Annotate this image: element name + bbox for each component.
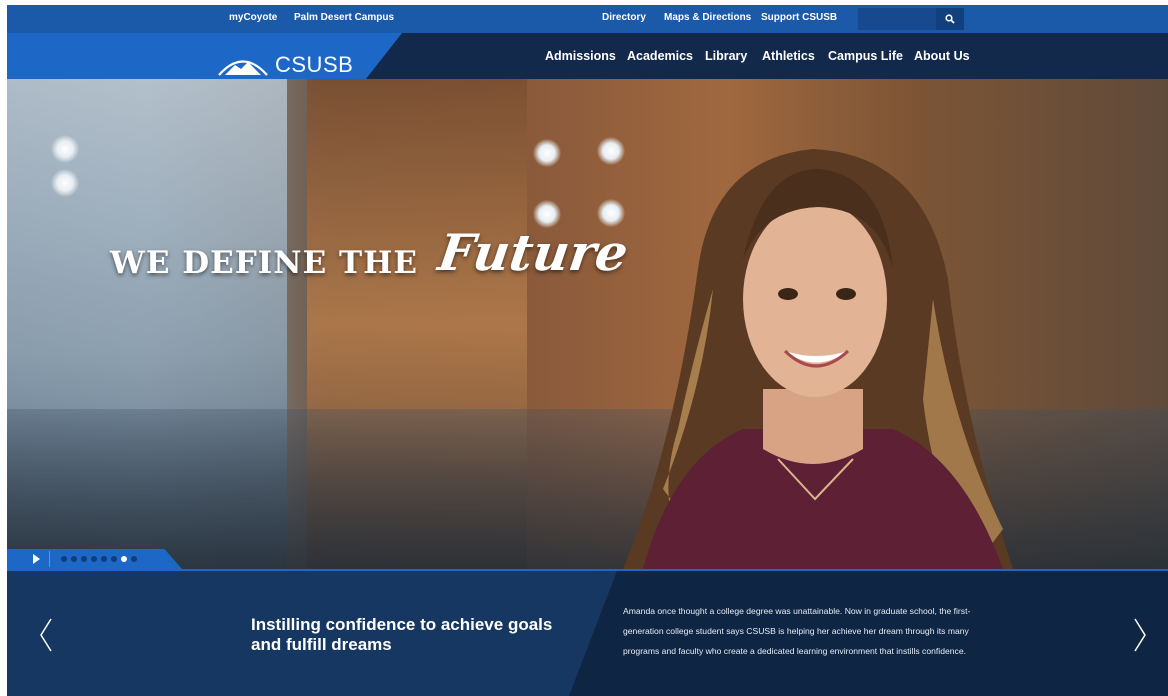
nav-admissions[interactable]: Admissions: [545, 49, 616, 63]
slide-dot[interactable]: [111, 556, 117, 562]
slide-dot[interactable]: [131, 556, 137, 562]
link-support-csusb[interactable]: Support CSUSB: [761, 12, 837, 23]
page: myCoyote Palm Desert Campus Directory Ma…: [7, 5, 1168, 696]
hero-slide: WE DEFINE THE Future: [7, 79, 1168, 569]
link-mycoyote[interactable]: myCoyote: [229, 12, 277, 23]
search-input[interactable]: [858, 8, 964, 30]
mountain-logo-icon: [218, 60, 268, 76]
nav-about-us[interactable]: About Us: [914, 49, 970, 63]
ceiling-light: [533, 139, 561, 167]
slide-dot[interactable]: [91, 556, 97, 562]
ceiling-light: [51, 169, 79, 197]
ceiling-light: [51, 135, 79, 163]
nav-academics[interactable]: Academics: [627, 49, 693, 63]
chevron-left-icon[interactable]: [37, 617, 55, 653]
hero-headline-script: Future: [434, 223, 632, 282]
nav-library[interactable]: Library: [705, 49, 747, 63]
link-directory[interactable]: Directory: [602, 12, 646, 23]
logo-text: CSUSB: [275, 52, 354, 77]
slide-dot[interactable]: [81, 556, 87, 562]
search-button[interactable]: [936, 8, 964, 30]
slide-dot[interactable]: [71, 556, 77, 562]
link-maps-directions[interactable]: Maps & Directions: [664, 12, 751, 23]
controls-divider: [49, 551, 50, 567]
play-icon[interactable]: [33, 554, 40, 564]
slide-dot[interactable]: [101, 556, 107, 562]
slide-dot[interactable]: [61, 556, 67, 562]
nav-athletics[interactable]: Athletics: [762, 49, 815, 63]
hero-student-photo: [623, 149, 1013, 569]
nav-campus-life[interactable]: Campus Life: [828, 49, 903, 63]
caption-title: Instilling confidence to achieve goals a…: [251, 615, 553, 654]
slide-dot[interactable]: [121, 556, 127, 562]
utility-bar: myCoyote Palm Desert Campus Directory Ma…: [7, 5, 1168, 33]
link-palm-desert-campus[interactable]: Palm Desert Campus: [294, 12, 394, 23]
chevron-right-icon[interactable]: [1131, 617, 1149, 653]
search-icon: [945, 14, 955, 24]
logo[interactable]: CSUSB: [217, 52, 353, 78]
hero-headline: WE DEFINE THE: [110, 245, 418, 281]
caption-body: Amanda once thought a college degree was…: [623, 606, 971, 656]
